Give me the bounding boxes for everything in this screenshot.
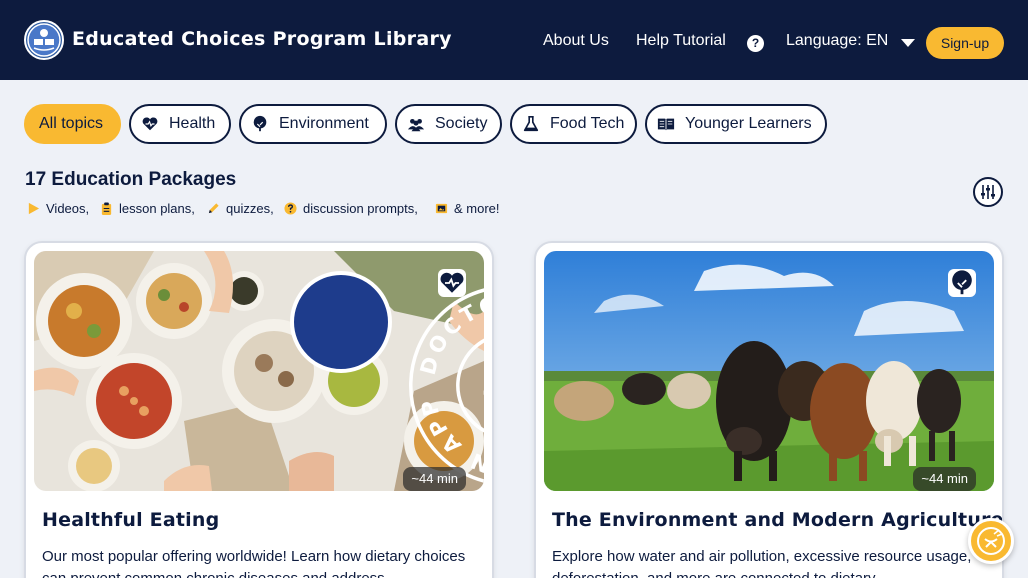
sliders-icon xyxy=(981,185,995,199)
duration-badge: ~44 min xyxy=(913,467,976,491)
card-image-cows[interactable]: ~44 min xyxy=(544,251,994,491)
chevron-down-icon[interactable] xyxy=(901,39,915,47)
nav-about-us[interactable]: About Us xyxy=(543,32,609,50)
topic-chip-health[interactable]: Health xyxy=(129,104,231,144)
pencil-icon xyxy=(206,201,220,215)
topic-chip-label: Younger Learners xyxy=(685,115,812,132)
book-icon xyxy=(655,113,677,135)
package-card-environment-agriculture[interactable]: ~44 min The Environment and Modern Agric… xyxy=(534,241,1004,578)
nav-help-tutorial[interactable]: Help Tutorial xyxy=(636,32,726,50)
picture-icon xyxy=(434,201,448,215)
question-icon xyxy=(283,201,297,215)
doctors-nutrition-approved-badge: DOCTORS FOR NUTRITION APPROVED xyxy=(290,271,484,483)
topic-chip-younger-learners[interactable]: Younger Learners xyxy=(645,104,827,144)
accessibility-button[interactable] xyxy=(968,518,1014,564)
topic-chip-society[interactable]: Society xyxy=(395,104,502,144)
filter-settings-button[interactable] xyxy=(973,177,1003,207)
feature-lesson-plans: lesson plans, xyxy=(99,200,195,216)
feature-videos: Videos, xyxy=(26,200,89,216)
topic-chip-label: Health xyxy=(169,115,216,132)
packages-count-heading: 17 Education Packages xyxy=(25,169,237,190)
app-title[interactable]: Educated Choices Program Library xyxy=(72,28,452,50)
card-description: Explore how water and air pollution, exc… xyxy=(552,548,972,578)
topic-chip-environment[interactable]: Environment xyxy=(239,104,387,144)
clipboard-icon xyxy=(99,201,113,215)
heart-icon xyxy=(139,113,161,135)
language-select[interactable]: Language: EN xyxy=(786,32,888,50)
cows-pasture-photo xyxy=(544,251,994,491)
flask-icon xyxy=(520,113,542,135)
card-tree-icon xyxy=(948,269,976,297)
people-icon xyxy=(405,113,427,135)
duration-badge: ~44 min xyxy=(403,467,466,491)
accessibility-icon xyxy=(977,527,1005,555)
feature-more: & more! xyxy=(434,200,500,216)
feature-discussion-prompts: discussion prompts, xyxy=(283,200,418,216)
help-icon[interactable]: ? xyxy=(747,35,764,52)
card-title[interactable]: The Environment and Modern Agriculture xyxy=(552,509,1002,531)
signup-button[interactable]: Sign-up xyxy=(926,27,1004,59)
topic-chip-label: Society xyxy=(435,115,488,132)
play-icon xyxy=(26,201,40,215)
card-heart-icon xyxy=(438,269,466,297)
top-nav-bar: Educated Choices Program Library About U… xyxy=(0,0,1028,80)
program-logo[interactable] xyxy=(24,20,64,60)
topic-chip-all[interactable]: All topics xyxy=(24,104,121,144)
feature-quizzes: quizzes, xyxy=(206,200,274,216)
topic-chip-label: Environment xyxy=(279,115,369,132)
package-card-healthful-eating[interactable]: DOCTORS FOR NUTRITION APPROVED ~44 min H… xyxy=(24,241,494,578)
card-image-food[interactable]: DOCTORS FOR NUTRITION APPROVED ~44 min xyxy=(34,251,484,491)
card-title[interactable]: Healthful Eating xyxy=(42,509,219,531)
topic-chip-food-tech[interactable]: Food Tech xyxy=(510,104,637,144)
tree-icon xyxy=(249,113,271,135)
topic-chip-label: Food Tech xyxy=(550,115,625,132)
card-description: Our most popular offering worldwide! Lea… xyxy=(42,548,466,578)
topic-chip-label: All topics xyxy=(39,115,104,132)
